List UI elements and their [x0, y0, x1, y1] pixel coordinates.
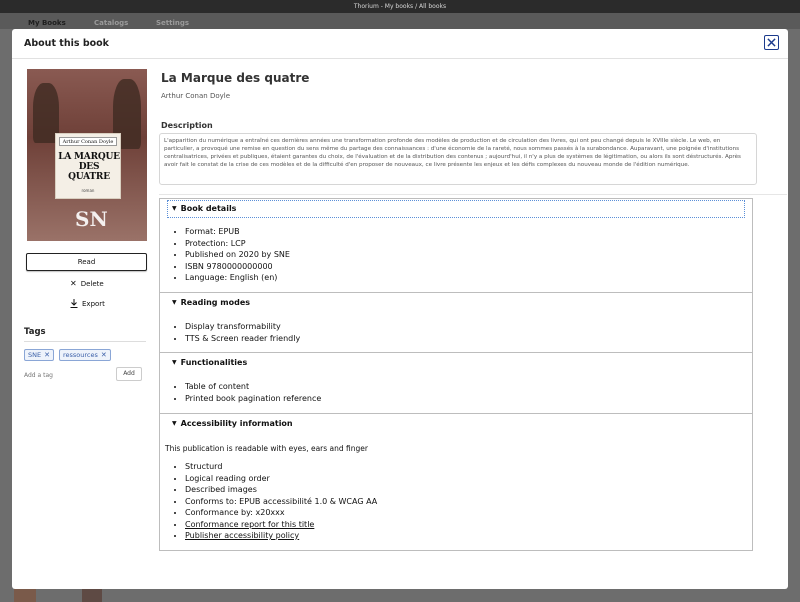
accessibility-section: ▼ Accessibility information This publica… [159, 413, 753, 551]
delete-button[interactable]: ✕ Delete [70, 279, 104, 288]
background-book-thumbnail [82, 588, 102, 602]
book-details-section: ▼ Book details Format: EPUB Protection: … [159, 198, 753, 293]
list-item: Described images [185, 484, 377, 496]
window-titlebar: Thorium - My books / All books [0, 0, 800, 13]
conformance-report-link[interactable]: Conformance report for this title [185, 520, 314, 529]
cover-subtitle: roman [81, 188, 95, 193]
reading-modes-section: ▼ Reading modes Display transformability… [159, 292, 753, 353]
accessibility-summary: This publication is readable with eyes, … [165, 444, 368, 453]
disclosure-triangle-icon: ▼ [172, 299, 177, 306]
cover-title-line: DES QUATRE [68, 162, 110, 182]
accessibility-list: Structurd Logical reading order Describe… [185, 461, 377, 542]
section-title: Reading modes [180, 298, 251, 307]
modal-title: About this book [24, 38, 109, 49]
reading-modes-list: Display transformability TTS & Screen re… [185, 321, 300, 344]
add-tag-input[interactable] [24, 370, 114, 380]
divider [159, 194, 787, 195]
list-item: Table of content [185, 381, 321, 393]
list-item: Format: EPUB [185, 226, 290, 238]
cover-author: Arthur Conan Doyle [59, 137, 117, 146]
tag-label: ressources [63, 351, 98, 359]
export-icon [70, 299, 78, 308]
list-item: Language: English (en) [185, 272, 290, 284]
book-cover: Arthur Conan Doyle LA MARQUE DES QUATRE … [27, 69, 147, 241]
book-author: Arthur Conan Doyle [161, 92, 231, 100]
book-title: La Marque des quatre [161, 71, 310, 85]
reading-modes-toggle[interactable]: ▼ Reading modes [172, 298, 250, 307]
add-tag-button[interactable]: Add [116, 367, 142, 381]
app-nav: My Books Catalogs Settings [0, 13, 800, 29]
section-title: Book details [180, 204, 237, 213]
section-title: Functionalities [180, 358, 248, 367]
list-item: Logical reading order [185, 473, 377, 485]
description-heading: Description [161, 121, 213, 130]
close-icon [767, 38, 776, 47]
background-book-thumbnail [14, 588, 36, 602]
disclosure-triangle-icon: ▼ [172, 205, 177, 212]
book-details-toggle[interactable]: ▼ Book details [172, 204, 236, 213]
tab-my-books[interactable]: My Books [28, 19, 66, 27]
divider [24, 341, 146, 342]
tag-label: SNE [28, 351, 42, 359]
functionalities-section: ▼ Functionalities Table of content Print… [159, 352, 753, 414]
description-text: L'apparition du numérique a entraîné ces… [159, 133, 757, 185]
list-item: Published on 2020 by SNE [185, 249, 290, 261]
cover-title-line: LA MARQUE [58, 152, 120, 162]
tag-chip[interactable]: SNE ✕ [24, 349, 54, 361]
modal-header: About this book [12, 29, 788, 59]
book-details-list: Format: EPUB Protection: LCP Published o… [185, 226, 290, 284]
cover-title: LA MARQUE DES QUATRE [58, 152, 120, 182]
delete-label: Delete [80, 279, 104, 288]
list-item: Printed book pagination reference [185, 393, 321, 405]
publisher-logo: SN [75, 207, 108, 231]
list-item: TTS & Screen reader friendly [185, 333, 300, 345]
tab-settings[interactable]: Settings [156, 19, 189, 27]
functionalities-toggle[interactable]: ▼ Functionalities [172, 358, 247, 367]
about-book-modal: About this book Arthur Conan Doyle LA MA… [12, 29, 788, 589]
disclosure-triangle-icon: ▼ [172, 420, 177, 427]
list-item: Conformance by: x20xxx [185, 507, 377, 519]
export-label: Export [82, 299, 105, 308]
list-item: Publisher accessibility policy [185, 530, 377, 542]
export-button[interactable]: Export [70, 299, 105, 308]
list-item: Conformance report for this title [185, 519, 377, 531]
disclosure-triangle-icon: ▼ [172, 359, 177, 366]
list-item: Conforms to: EPUB accessibilité 1.0 & WC… [185, 496, 377, 508]
functionalities-list: Table of content Printed book pagination… [185, 381, 321, 404]
accessibility-policy-link[interactable]: Publisher accessibility policy [185, 531, 299, 540]
list-item: Protection: LCP [185, 238, 290, 250]
remove-tag-icon[interactable]: ✕ [44, 350, 50, 360]
cover-title-plate: Arthur Conan Doyle LA MARQUE DES QUATRE … [55, 133, 121, 199]
close-button[interactable] [764, 35, 779, 50]
tags-heading: Tags [24, 327, 46, 337]
list-item: Display transformability [185, 321, 300, 333]
accessibility-toggle[interactable]: ▼ Accessibility information [172, 419, 293, 428]
tab-catalogs[interactable]: Catalogs [94, 19, 128, 27]
window-title: Thorium - My books / All books [353, 3, 447, 10]
read-button[interactable]: Read [26, 253, 147, 271]
focus-ring [167, 200, 745, 218]
close-icon: ✕ [70, 279, 77, 288]
section-title: Accessibility information [180, 419, 293, 428]
tag-chip[interactable]: ressources ✕ [59, 349, 111, 361]
list-item: Structurd [185, 461, 377, 473]
list-item: ISBN 9780000000000 [185, 261, 290, 273]
remove-tag-icon[interactable]: ✕ [101, 350, 107, 360]
